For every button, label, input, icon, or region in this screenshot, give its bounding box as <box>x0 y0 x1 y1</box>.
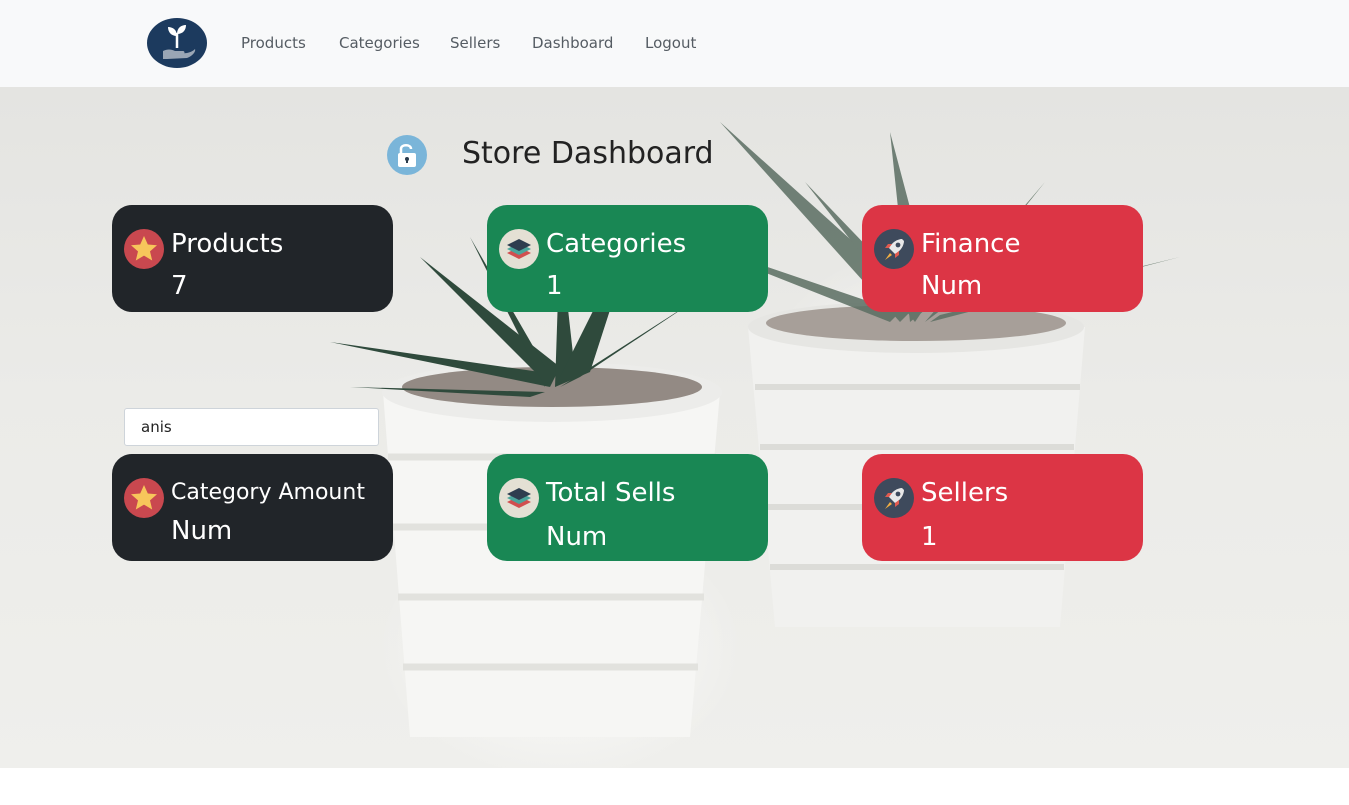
card-value: Num <box>171 516 233 546</box>
card-categories: Categories 1 <box>487 205 768 312</box>
layers-icon <box>499 229 539 269</box>
card-label: Finance <box>921 229 1021 259</box>
card-value: 7 <box>171 271 188 301</box>
card-label: Sellers <box>921 478 1009 508</box>
card-label: Products <box>171 229 284 259</box>
nav-categories[interactable]: Categories <box>339 34 420 52</box>
nav-logout[interactable]: Logout <box>645 34 696 52</box>
nav-products[interactable]: Products <box>241 34 306 52</box>
unlock-icon <box>387 135 427 175</box>
layers-icon <box>499 478 539 518</box>
nav-sellers[interactable]: Sellers <box>450 34 500 52</box>
card-value: Num <box>921 271 983 301</box>
card-label: Categories <box>546 229 687 259</box>
plant-hand-logo-icon[interactable] <box>147 18 207 68</box>
star-icon <box>124 478 164 518</box>
card-category-amount: Category Amount Num <box>112 454 393 561</box>
page-title: Store Dashboard <box>462 136 714 171</box>
card-value: Num <box>546 522 608 552</box>
card-label: Category Amount <box>171 480 365 505</box>
card-sellers: Sellers 1 <box>862 454 1143 561</box>
card-value: 1 <box>921 522 938 552</box>
navbar: Products Categories Sellers Dashboard Lo… <box>0 0 1349 87</box>
card-value: 1 <box>546 271 563 301</box>
card-products: Products 7 <box>112 205 393 312</box>
card-total-sells: Total Sells Num <box>487 454 768 561</box>
star-icon <box>124 229 164 269</box>
nav-dashboard[interactable]: Dashboard <box>532 34 613 52</box>
card-finance: Finance Num <box>862 205 1143 312</box>
search-input[interactable] <box>124 408 379 446</box>
rocket-icon <box>874 229 914 269</box>
rocket-icon <box>874 478 914 518</box>
card-label: Total Sells <box>546 478 676 508</box>
